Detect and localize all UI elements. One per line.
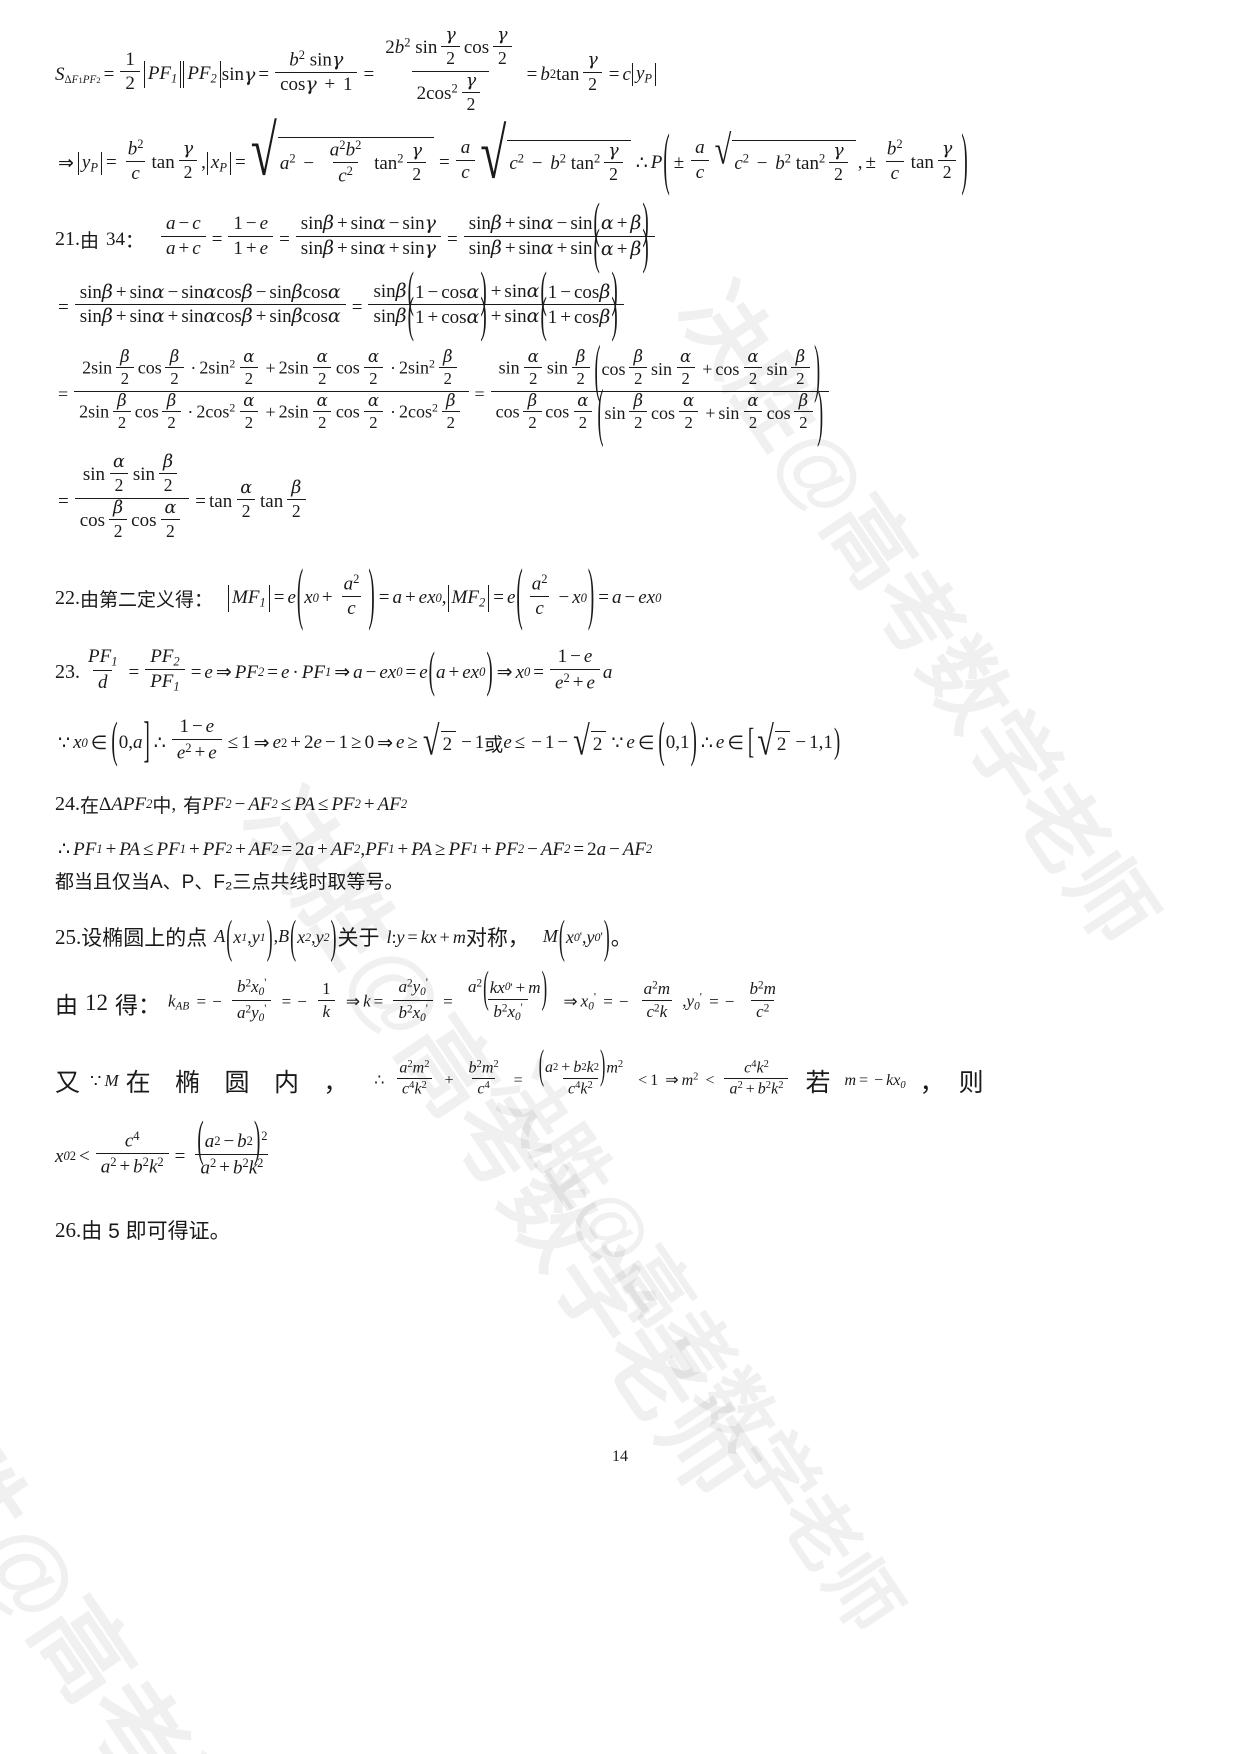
item-21-lead: 由 (80, 231, 100, 253)
item-22-text: 由第二定义得： (80, 589, 214, 611)
item-26-text: 由 5 即可得证。 (81, 1220, 231, 1244)
item-24-mid: 中 (152, 796, 172, 818)
item-21-line-4: = sin α 2 sin β 2 cos β 2 cos α 2 = tan α 2 tan β 2 (55, 452, 1185, 546)
item-23-number: 23. (55, 661, 80, 684)
item-21-number: 21. (55, 228, 80, 251)
item-24-prefix: 在 (80, 796, 100, 818)
item-25-text-1: 设椭圆上的点 (81, 927, 208, 951)
item-21-line-1: 21. 由 34 ： a − c a + c = 1− e 1 + e = sinβ + sinα − s… (55, 196, 1185, 276)
item-24-conclusion: 都当且仅当A、P、F₂三点共线时取等号。 (55, 872, 404, 894)
item-21-ref: 34 (106, 228, 126, 250)
item-24-line-2: ∴ PF 1 + PA ≤ PF 1 + PF 2 + AF 2 = 2 a + AF 2, PF 1 + PA ≥ PF… (58, 838, 653, 861)
item-21-colon: ： (125, 231, 145, 253)
item-24-number: 24. (55, 793, 80, 816)
item-24-line-1: 24. 在 Δ APF 2 中, 有 PF 2− AF 2 ≤ PA ≤ PF 2 + AF 2 (55, 793, 408, 818)
item-21-line-2: = sinβ + sinα − sinαcosβ − sinβcosα sinβ + sinα + s… (55, 264, 1185, 344)
item-25-cond-m: M (104, 1071, 119, 1091)
item-23-line-2: ∵ x 0 ∈ (0, a] ∴ 1− e e2 + e ≤1 ⇒ e 2 +2 e −1 ≥0 ⇒ e ≥ … (58, 714, 841, 770)
item-25-text-2: 关于 (337, 927, 380, 951)
page-number: 14 (612, 1448, 628, 1465)
item-22-number: 22. (55, 586, 80, 609)
item-25-derive-ref: 12 (85, 989, 108, 1015)
item-26-number: 26. (55, 1217, 82, 1242)
equation-area-formula: SΔF1PF2 = 12 PF1 PF2 sin γ = b2 sinγ cosγ +… (55, 25, 1185, 119)
item-25-cond-3: 若 (805, 1069, 831, 1098)
item-25-final-formula: x02 < c4 a2 + b2k2 = (a 2− b 2) 2 a2 + b2k2 (55, 1113, 269, 1178)
item-25-line-1: 25. 设椭圆上的点 A(x 1, y 1) ,B(x 2, y 2) 关于 l:y = kx + m… (55, 910, 632, 963)
item-25-condition: 又 ∵ M 在 椭 圆 内 ， ∴ a2m2 c4k2 + b2m2 c4 = (a… (55, 1044, 984, 1098)
item-25-cond-2: 在 椭 圆 内 ， (125, 1069, 358, 1098)
watermark-text: 决胜@高考数学老师 (0, 1343, 422, 1754)
item-25-cond-5: 则 (958, 1069, 984, 1098)
item-23-line-1: 23. PF1 d = PF2 PF1 = e ⇒ PF 2 = e · PF 1 ⇒ a − ex 0 … (55, 644, 613, 699)
item-26: 26. 由 5 即可得证。 (55, 1215, 1185, 1245)
equation-point-coordinates: ⇒ yP = b2 c tan γ 2, xP = √ a2 − a2b2 c2 tan2… (58, 113, 968, 200)
item-22: 22. 由第二定义得： MF1 = e ( x 0 + a2 c ) = a + ex 0, M… (55, 558, 662, 635)
item-25-number: 25. (55, 924, 82, 949)
item-24-you: 有 (183, 796, 203, 818)
item-25-derive-lead-2: 得： (115, 991, 161, 1018)
item-25-derive-lead-1: 由 (55, 991, 78, 1018)
document-page: 决胜@高考数学老师 决胜@高考数学老师 决胜@高考数学老师 决胜@高考数学老师 … (0, 0, 1240, 1754)
item-25-period: 。 (610, 927, 632, 951)
item-23-or: 或 (484, 734, 504, 756)
item-25-cond-4: ， (919, 1069, 945, 1098)
page-content: SΔF1PF2 = 12 PF1 PF2 sin γ = b2 sinγ cosγ +… (0, 0, 1240, 1245)
item-25-text-3: 对称， (465, 927, 529, 951)
item-25-cond-1: 又 (55, 1069, 81, 1098)
item-21-line-3: = 2sin β 2 cos β 2 · 2sin2 α 2 +2sin α 2 cos α 2 · 2sin2 β… (55, 332, 1185, 449)
item-24-line-3: 都当且仅当A、P、F₂三点共线时取等号。 (55, 867, 1185, 894)
item-25-derivation: 由 12 得： kAB = − b2x0' a2y0' = − 1k ⇒ k = a2y0… (55, 962, 776, 1024)
